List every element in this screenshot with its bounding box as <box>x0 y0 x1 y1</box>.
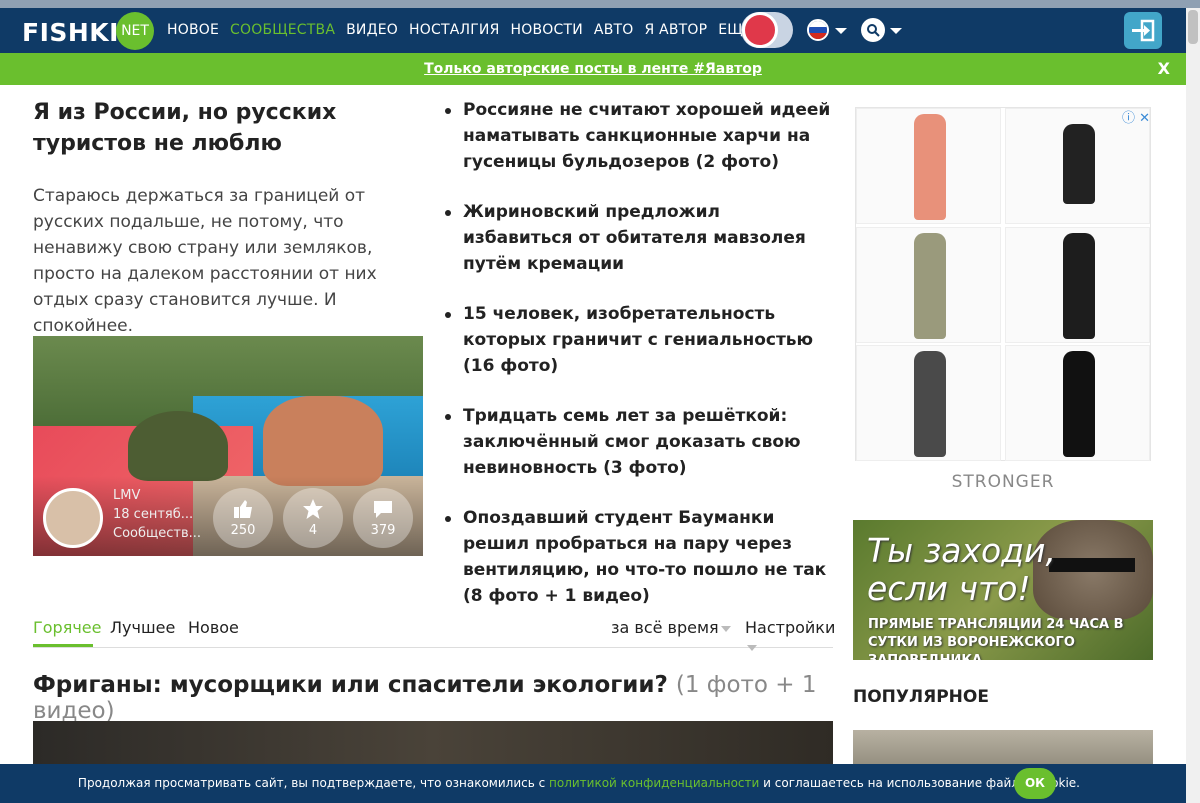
product-image <box>1063 124 1095 204</box>
tab-best[interactable]: Лучшее <box>110 618 175 637</box>
image-person <box>263 396 383 486</box>
promo-link[interactable]: Только авторские посты в ленте #Яавтор <box>0 61 1186 77</box>
post-title-text: Фриганы: мусорщики или спасители экологи… <box>33 672 668 698</box>
likes-stat[interactable]: 250 <box>213 488 273 548</box>
promo-bar: Только авторские посты в ленте #Яавтор X <box>0 53 1186 85</box>
popular-heading: ПОПУЛЯРНОЕ <box>853 687 989 707</box>
featured-description: Стараюсь держаться за границей от русски… <box>33 186 377 336</box>
settings-select[interactable]: Настройки <box>745 618 835 656</box>
news-item[interactable]: Жириновский предложил избавиться от обит… <box>445 199 835 277</box>
favorites-stat[interactable]: 4 <box>283 488 343 548</box>
product-image <box>914 233 946 339</box>
nav-item-news[interactable]: НОВОСТИ <box>511 22 583 38</box>
product-image <box>914 351 946 457</box>
news-item[interactable]: 15 человек, изобретательность которых гр… <box>445 301 835 379</box>
ad-info-icon[interactable]: ⓘ ✕ <box>1122 107 1150 126</box>
banner-subline: ПРЯМЫЕ ТРАНСЛЯЦИИ 24 ЧАСА В СУТКИ ИЗ ВОР… <box>868 617 1124 660</box>
favorites-count: 4 <box>308 523 318 538</box>
news-item[interactable]: Опоздавший студент Бауманки решил пробра… <box>445 505 835 609</box>
sunglasses-icon <box>1049 558 1135 572</box>
chevron-down-icon <box>747 644 757 651</box>
author-name[interactable]: LMV <box>113 488 140 503</box>
banner-headline-line1: Ты заходи, <box>867 531 1056 570</box>
feed-tabs: Горячее Лучшее Новое за всё время Настро… <box>33 616 835 651</box>
nav-item-author[interactable]: Я АВТОР <box>644 22 707 38</box>
product-image <box>1063 233 1095 339</box>
scrollbar-thumb[interactable] <box>1188 10 1198 44</box>
star-icon <box>303 499 323 519</box>
active-tab-indicator <box>33 644 93 647</box>
ad-product[interactable] <box>1005 345 1150 461</box>
period-select-label: за всё время <box>611 618 719 637</box>
site-logo[interactable]: FISHKI <box>22 18 119 47</box>
nav-item-new[interactable]: НОВОЕ <box>167 22 219 38</box>
chevron-down-icon <box>720 625 731 632</box>
search-dropdown-icon[interactable] <box>890 28 902 34</box>
settings-select-label: Настройки <box>745 618 836 637</box>
period-select[interactable]: за всё время <box>611 618 731 637</box>
nav-item-auto[interactable]: АВТО <box>594 22 634 38</box>
user-avatar-icon[interactable] <box>742 12 778 48</box>
likes-count: 250 <box>230 523 256 538</box>
nav-item-nostalgia[interactable]: НОСТАЛГИЯ <box>409 22 500 38</box>
banner-headline: Ты заходи, если что! <box>867 532 1056 608</box>
nav-item-video[interactable]: ВИДЕО <box>346 22 398 38</box>
image-helmet <box>128 411 228 481</box>
cookie-bar: Продолжая просматривать сайт, вы подтвер… <box>0 764 1186 803</box>
logo-net-badge[interactable]: NET <box>116 12 154 50</box>
login-icon[interactable] <box>1124 12 1162 49</box>
comments-count: 379 <box>370 523 396 538</box>
search-icon[interactable] <box>861 18 885 42</box>
featured-image[interactable]: LMV 18 сентяб... Сообществ... 250 4 379 <box>33 336 423 556</box>
tab-new[interactable]: Новое <box>188 618 239 637</box>
ad-product[interactable] <box>856 108 1001 224</box>
page-scrollbar[interactable] <box>1186 8 1200 803</box>
promo-banner[interactable]: Ты заходи, если что! ПРЯМЫЕ ТРАНСЛЯЦИИ 24… <box>853 520 1153 660</box>
cookie-ok-button[interactable]: ОК <box>1014 768 1056 799</box>
browser-top-strip <box>0 0 1200 8</box>
product-image <box>1063 351 1095 457</box>
tab-hot[interactable]: Горячее <box>33 618 101 637</box>
nav-item-communities[interactable]: СООБЩЕСТВА <box>230 22 335 38</box>
post-title[interactable]: Фриганы: мусорщики или спасители экологи… <box>33 672 833 724</box>
cookie-text-before: Продолжая просматривать сайт, вы подтвер… <box>77 776 550 790</box>
post-community[interactable]: Сообществ... <box>113 526 201 541</box>
ad-brand[interactable]: STRONGER <box>855 472 1151 492</box>
main-nav: НОВОЕ СООБЩЕСТВА ВИДЕО НОСТАЛГИЯ НОВОСТИ… <box>167 22 752 38</box>
news-item[interactable]: Тридцать семь лет за решёткой: заключённ… <box>445 403 835 481</box>
cookie-text: Продолжая просматривать сайт, вы подтвер… <box>0 776 1080 790</box>
banner-headline-line2: если что! <box>867 569 1031 608</box>
site-header: FISHKI NET НОВОЕ СООБЩЕСТВА ВИДЕО НОСТАЛ… <box>0 8 1186 53</box>
post-date: 18 сентяб... <box>113 507 194 522</box>
news-list: Россияне не считают хорошей идеей наматы… <box>445 97 835 633</box>
ad-product[interactable] <box>856 227 1001 343</box>
thumbs-up-icon <box>234 500 252 518</box>
comment-icon <box>374 501 392 518</box>
comments-stat[interactable]: 379 <box>353 488 413 548</box>
language-dropdown-icon[interactable] <box>835 28 847 34</box>
author-avatar[interactable] <box>43 488 103 548</box>
news-item[interactable]: Россияне не считают хорошей идеей наматы… <box>445 97 835 175</box>
ad-block[interactable] <box>855 107 1151 461</box>
product-image <box>914 114 946 220</box>
ad-product[interactable] <box>1005 227 1150 343</box>
language-flag-icon[interactable] <box>807 19 829 41</box>
ad-product[interactable] <box>856 345 1001 461</box>
privacy-policy-link[interactable]: политикой конфиденциальности <box>549 776 759 790</box>
close-icon[interactable]: X <box>1158 59 1170 78</box>
featured-title[interactable]: Я из России, но русских туристов не любл… <box>33 97 423 159</box>
